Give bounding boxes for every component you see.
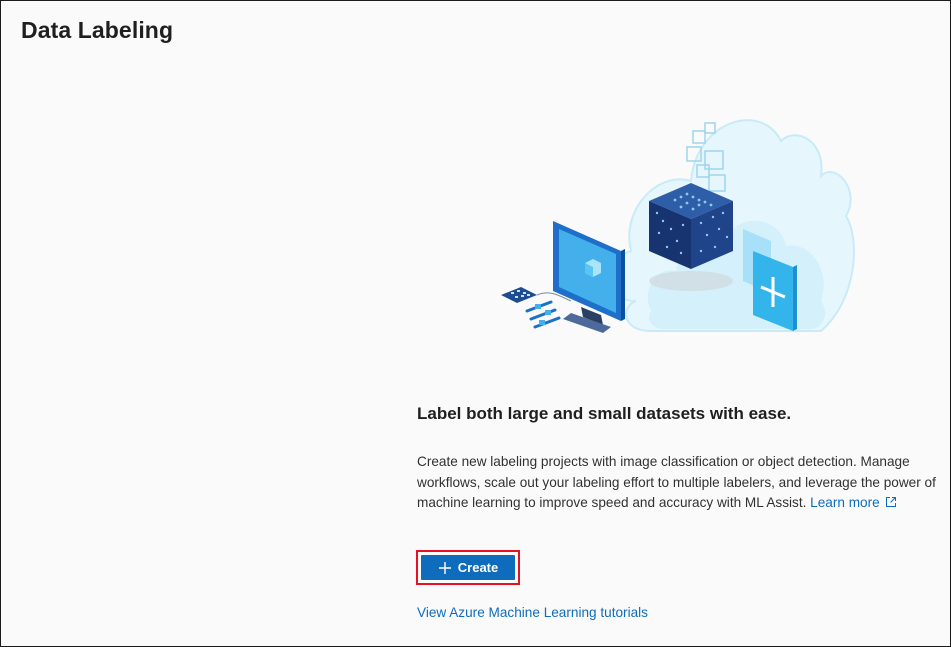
cloud-data-labeling-illustration xyxy=(501,119,855,333)
learn-more-label: Learn more xyxy=(810,495,880,510)
page-title: Data Labeling xyxy=(21,17,174,43)
section-heading: Label both large and small datasets with… xyxy=(417,404,792,423)
view-tutorials-link[interactable]: View Azure Machine Learning tutorials xyxy=(417,605,648,620)
data-cube-icon xyxy=(649,183,733,269)
create-button-highlight: Create xyxy=(416,550,520,585)
page-frame: Data Labeling Label both large and small… xyxy=(0,0,951,647)
external-link-icon xyxy=(885,497,896,507)
sliders-icon xyxy=(525,300,561,329)
monitor-icon xyxy=(553,221,625,333)
create-button[interactable]: Create xyxy=(421,555,515,580)
cube-shadow xyxy=(649,271,733,291)
create-button-label: Create xyxy=(457,560,499,575)
section-description: Create new labeling projects with image … xyxy=(417,452,937,514)
learn-more-link[interactable]: Learn more xyxy=(810,495,897,510)
plus-icon xyxy=(438,561,451,574)
